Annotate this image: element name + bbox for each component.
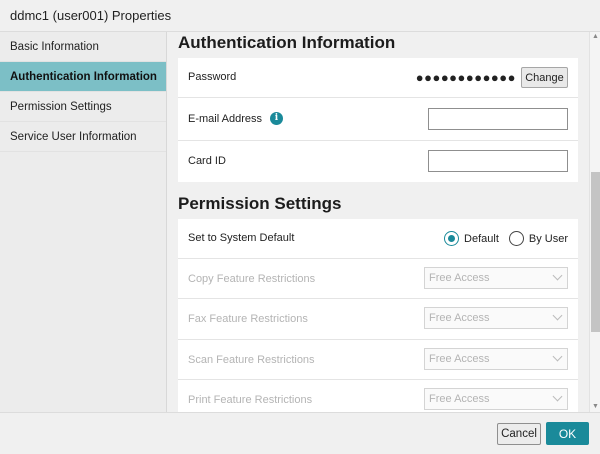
password-mask: ●●●●●●●●●●●● bbox=[415, 70, 516, 85]
system-default-row: Set to System Default Default By User bbox=[178, 219, 578, 259]
fax-restriction-value: Free Access bbox=[429, 312, 490, 324]
chevron-down-icon bbox=[552, 351, 563, 362]
vertical-scrollbar[interactable]: ▲ ▼ bbox=[589, 32, 600, 412]
fax-restriction-label: Fax Feature Restrictions bbox=[188, 313, 308, 325]
scan-restriction-row: Scan Feature Restrictions Free Access bbox=[178, 340, 578, 380]
copy-restriction-label: Copy Feature Restrictions bbox=[188, 273, 316, 285]
auth-panel: Password ●●●●●●●●●●●● Change E-mail Addr… bbox=[178, 58, 578, 182]
scan-restriction-select: Free Access bbox=[424, 348, 568, 370]
info-icon[interactable]: i bbox=[270, 112, 283, 125]
permission-panel: Set to System Default Default By User Co… bbox=[178, 219, 578, 412]
print-restriction-select: Free Access bbox=[424, 388, 568, 410]
password-label: Password bbox=[188, 71, 237, 83]
print-restriction-row: Print Feature Restrictions Free Access bbox=[178, 380, 578, 412]
copy-restriction-select: Free Access bbox=[424, 267, 568, 289]
copy-restriction-value: Free Access bbox=[429, 272, 490, 284]
sidebar-item-authentication-information[interactable]: Authentication Information bbox=[0, 62, 166, 92]
default-radio-group: Default By User bbox=[444, 231, 568, 246]
scrollbar-thumb[interactable] bbox=[591, 172, 600, 332]
scroll-down-arrow-icon[interactable]: ▼ bbox=[590, 402, 600, 412]
system-default-label: Set to System Default bbox=[188, 232, 295, 244]
window-title: ddmc1 (user001) Properties bbox=[0, 0, 600, 32]
email-label: E-mail Address bbox=[188, 113, 262, 125]
scan-restriction-label: Scan Feature Restrictions bbox=[188, 354, 315, 366]
ok-button[interactable]: OK bbox=[546, 422, 589, 445]
by-user-radio[interactable] bbox=[508, 231, 524, 246]
default-radio[interactable] bbox=[444, 231, 460, 246]
copy-restriction-row: Copy Feature Restrictions Free Access bbox=[178, 259, 578, 299]
by-user-radio-label[interactable]: By User bbox=[529, 233, 568, 245]
chevron-down-icon bbox=[552, 270, 563, 281]
password-row: Password ●●●●●●●●●●●● Change bbox=[178, 58, 578, 98]
cardid-row: Card ID bbox=[178, 141, 578, 182]
dialog-footer: Cancel OK bbox=[0, 412, 600, 454]
fax-restriction-row: Fax Feature Restrictions Free Access bbox=[178, 299, 578, 340]
sidebar-item-basic-information[interactable]: Basic Information bbox=[0, 32, 166, 62]
sidebar-item-permission-settings[interactable]: Permission Settings bbox=[0, 92, 166, 122]
sidebar-item-service-user-information[interactable]: Service User Information bbox=[0, 122, 166, 152]
scan-restriction-value: Free Access bbox=[429, 353, 490, 365]
chevron-down-icon bbox=[552, 391, 563, 402]
chevron-down-icon bbox=[552, 310, 563, 321]
default-radio-label[interactable]: Default bbox=[464, 233, 499, 245]
fax-restriction-select: Free Access bbox=[424, 307, 568, 329]
auth-section-title: Authentication Information bbox=[178, 33, 396, 52]
email-row: E-mail Address i bbox=[178, 98, 578, 141]
permission-section-title: Permission Settings bbox=[178, 194, 342, 213]
scroll-up-arrow-icon[interactable]: ▲ bbox=[590, 32, 600, 42]
change-password-button[interactable]: Change bbox=[521, 67, 568, 88]
cardid-field[interactable] bbox=[428, 150, 568, 172]
cancel-button[interactable]: Cancel bbox=[497, 423, 541, 445]
cardid-label: Card ID bbox=[188, 155, 226, 167]
email-field[interactable] bbox=[428, 108, 568, 130]
main-content: Authentication Information Password ●●●●… bbox=[167, 32, 589, 412]
print-restriction-value: Free Access bbox=[429, 393, 490, 405]
sidebar: Basic Information Authentication Informa… bbox=[0, 32, 167, 412]
print-restriction-label: Print Feature Restrictions bbox=[188, 394, 313, 406]
